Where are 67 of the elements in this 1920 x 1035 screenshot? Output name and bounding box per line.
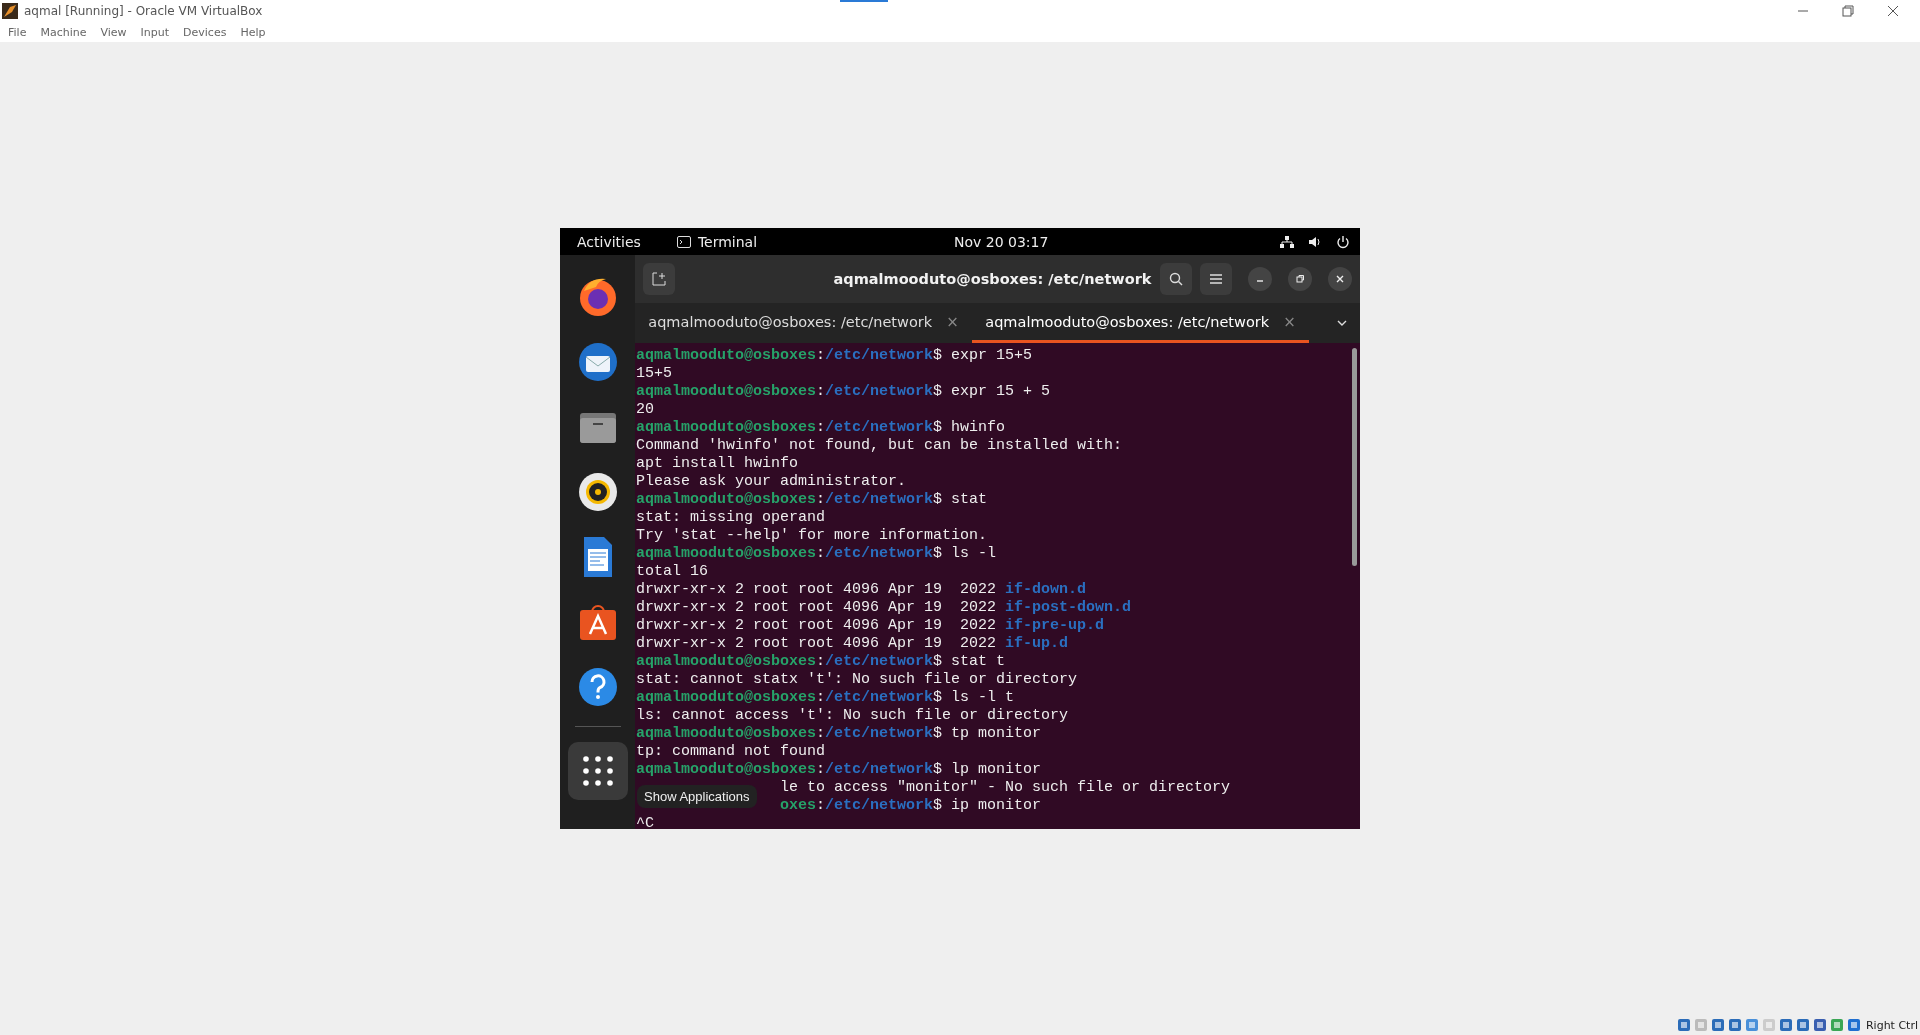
new-tab-icon bbox=[652, 272, 666, 286]
terminal-line: aqmalmooduto@osboxes:/etc/network$ ls -l t bbox=[636, 689, 1016, 707]
terminal-line: aqmalmooduto@osboxes:/etc/network$ expr 15+5 bbox=[636, 347, 1034, 365]
restore-icon bbox=[1295, 274, 1305, 284]
scrollbar[interactable] bbox=[1352, 348, 1357, 566]
terminal-line: ^C bbox=[636, 815, 655, 829]
terminal-line: aqmalmooduto@osboxes:/etc/network$ lp monitor bbox=[636, 761, 1043, 779]
tab-label: aqmalmooduto@osboxes: /etc/network bbox=[985, 313, 1270, 330]
terminal-line: drwxr-xr-x 2 root root 4096 Apr 19 2022 if-post-down.d bbox=[636, 599, 1133, 617]
minimize-button[interactable] bbox=[1248, 267, 1272, 291]
terminal-line: le to access "monitor" - No such file or directory bbox=[780, 779, 1231, 797]
terminal-line: aqmalmooduto@osboxes:/etc/network$ tp monitor bbox=[636, 725, 1043, 743]
terminal-line: ls: cannot access 't': No such file or directory bbox=[636, 707, 1070, 725]
terminal-line: aqmalmooduto@osboxes:/etc/network$ hwinfo bbox=[636, 419, 1007, 437]
terminal-line: Try 'stat --help' for more information. bbox=[636, 527, 989, 545]
terminal-line: aqmalmooduto@osboxes:/etc/network$ stat t bbox=[636, 653, 1007, 671]
search-icon bbox=[1169, 272, 1183, 286]
restore-icon[interactable] bbox=[1842, 5, 1854, 17]
terminal-icon bbox=[676, 235, 691, 248]
close-icon[interactable] bbox=[1887, 5, 1899, 17]
menu-icon bbox=[1209, 273, 1223, 285]
terminal-line: oxes:/etc/network$ ip monitor bbox=[780, 797, 1042, 815]
close-button[interactable] bbox=[1328, 267, 1352, 291]
tab-close-button[interactable]: × bbox=[946, 312, 959, 331]
terminal-line: apt install hwinfo bbox=[636, 455, 800, 473]
new-tab-button[interactable] bbox=[643, 263, 675, 295]
terminal-line: aqmalmooduto@osboxes:/etc/network$ stat bbox=[636, 491, 989, 509]
menu-item[interactable]: Help bbox=[240, 25, 266, 39]
menu-item[interactable]: Input bbox=[140, 25, 170, 39]
progress-indicator bbox=[840, 0, 888, 2]
app-logo-icon bbox=[2, 3, 18, 19]
terminal-line: Command 'hwinfo' not found, but can be installed with: bbox=[636, 437, 1124, 455]
power-icon[interactable] bbox=[1336, 234, 1350, 249]
menu-button[interactable] bbox=[1200, 263, 1232, 295]
grid-icon bbox=[582, 756, 613, 786]
terminal-line: 15+5 bbox=[636, 365, 673, 383]
close-icon bbox=[1335, 274, 1345, 284]
menu-item[interactable]: Machine bbox=[40, 25, 87, 39]
terminal-line: Please ask your administrator. bbox=[636, 473, 908, 491]
search-button[interactable] bbox=[1160, 263, 1192, 295]
window-title: aqmal [Running] - Oracle VM VirtualBox bbox=[24, 4, 263, 18]
tab-label: aqmalmooduto@osboxes: /etc/network bbox=[648, 313, 933, 330]
show-applications-button[interactable] bbox=[567, 742, 628, 800]
terminal-line: total 16 bbox=[636, 563, 709, 581]
tooltip: Show Applications bbox=[637, 785, 757, 808]
terminal-title: aqmalmooduto@osboxes: /etc/network bbox=[832, 271, 1152, 287]
terminal-line: drwxr-xr-x 2 root root 4096 Apr 19 2022 if-pre-up.d bbox=[636, 617, 1106, 635]
chevron-down-icon[interactable] bbox=[1336, 319, 1348, 327]
terminal-line: stat: missing operand bbox=[636, 509, 827, 527]
tab-close-button[interactable]: × bbox=[1283, 312, 1296, 331]
volume-icon[interactable] bbox=[1308, 234, 1322, 249]
terminal-line: aqmalmooduto@osboxes:/etc/network$ expr 15 + 5 bbox=[636, 383, 1052, 401]
terminal-line: aqmalmooduto@osboxes:/etc/network$ ls -l bbox=[636, 545, 998, 563]
menu-item[interactable]: File bbox=[8, 25, 27, 39]
menu-item[interactable]: Devices bbox=[183, 25, 227, 39]
terminal-line: stat: cannot statx 't': No such file or directory bbox=[636, 671, 1079, 689]
clock[interactable]: Nov 20 03:17 bbox=[954, 233, 1049, 250]
terminal-line: drwxr-xr-x 2 root root 4096 Apr 19 2022 if-down.d bbox=[636, 581, 1088, 599]
terminal-line: tp: command not found bbox=[636, 743, 827, 761]
maximize-button[interactable] bbox=[1288, 267, 1312, 291]
host-key-label: Right Ctrl bbox=[1865, 1018, 1918, 1032]
menu-item[interactable]: View bbox=[100, 25, 127, 39]
terminal-line: 20 bbox=[636, 401, 655, 419]
tab[interactable]: aqmalmooduto@osboxes: /etc/network × bbox=[635, 303, 972, 343]
terminal-line: drwxr-xr-x 2 root root 4096 Apr 19 2022 if-up.d bbox=[636, 635, 1070, 653]
app-menu[interactable]: Terminal bbox=[697, 233, 758, 250]
activities-button[interactable]: Activities bbox=[577, 233, 641, 250]
